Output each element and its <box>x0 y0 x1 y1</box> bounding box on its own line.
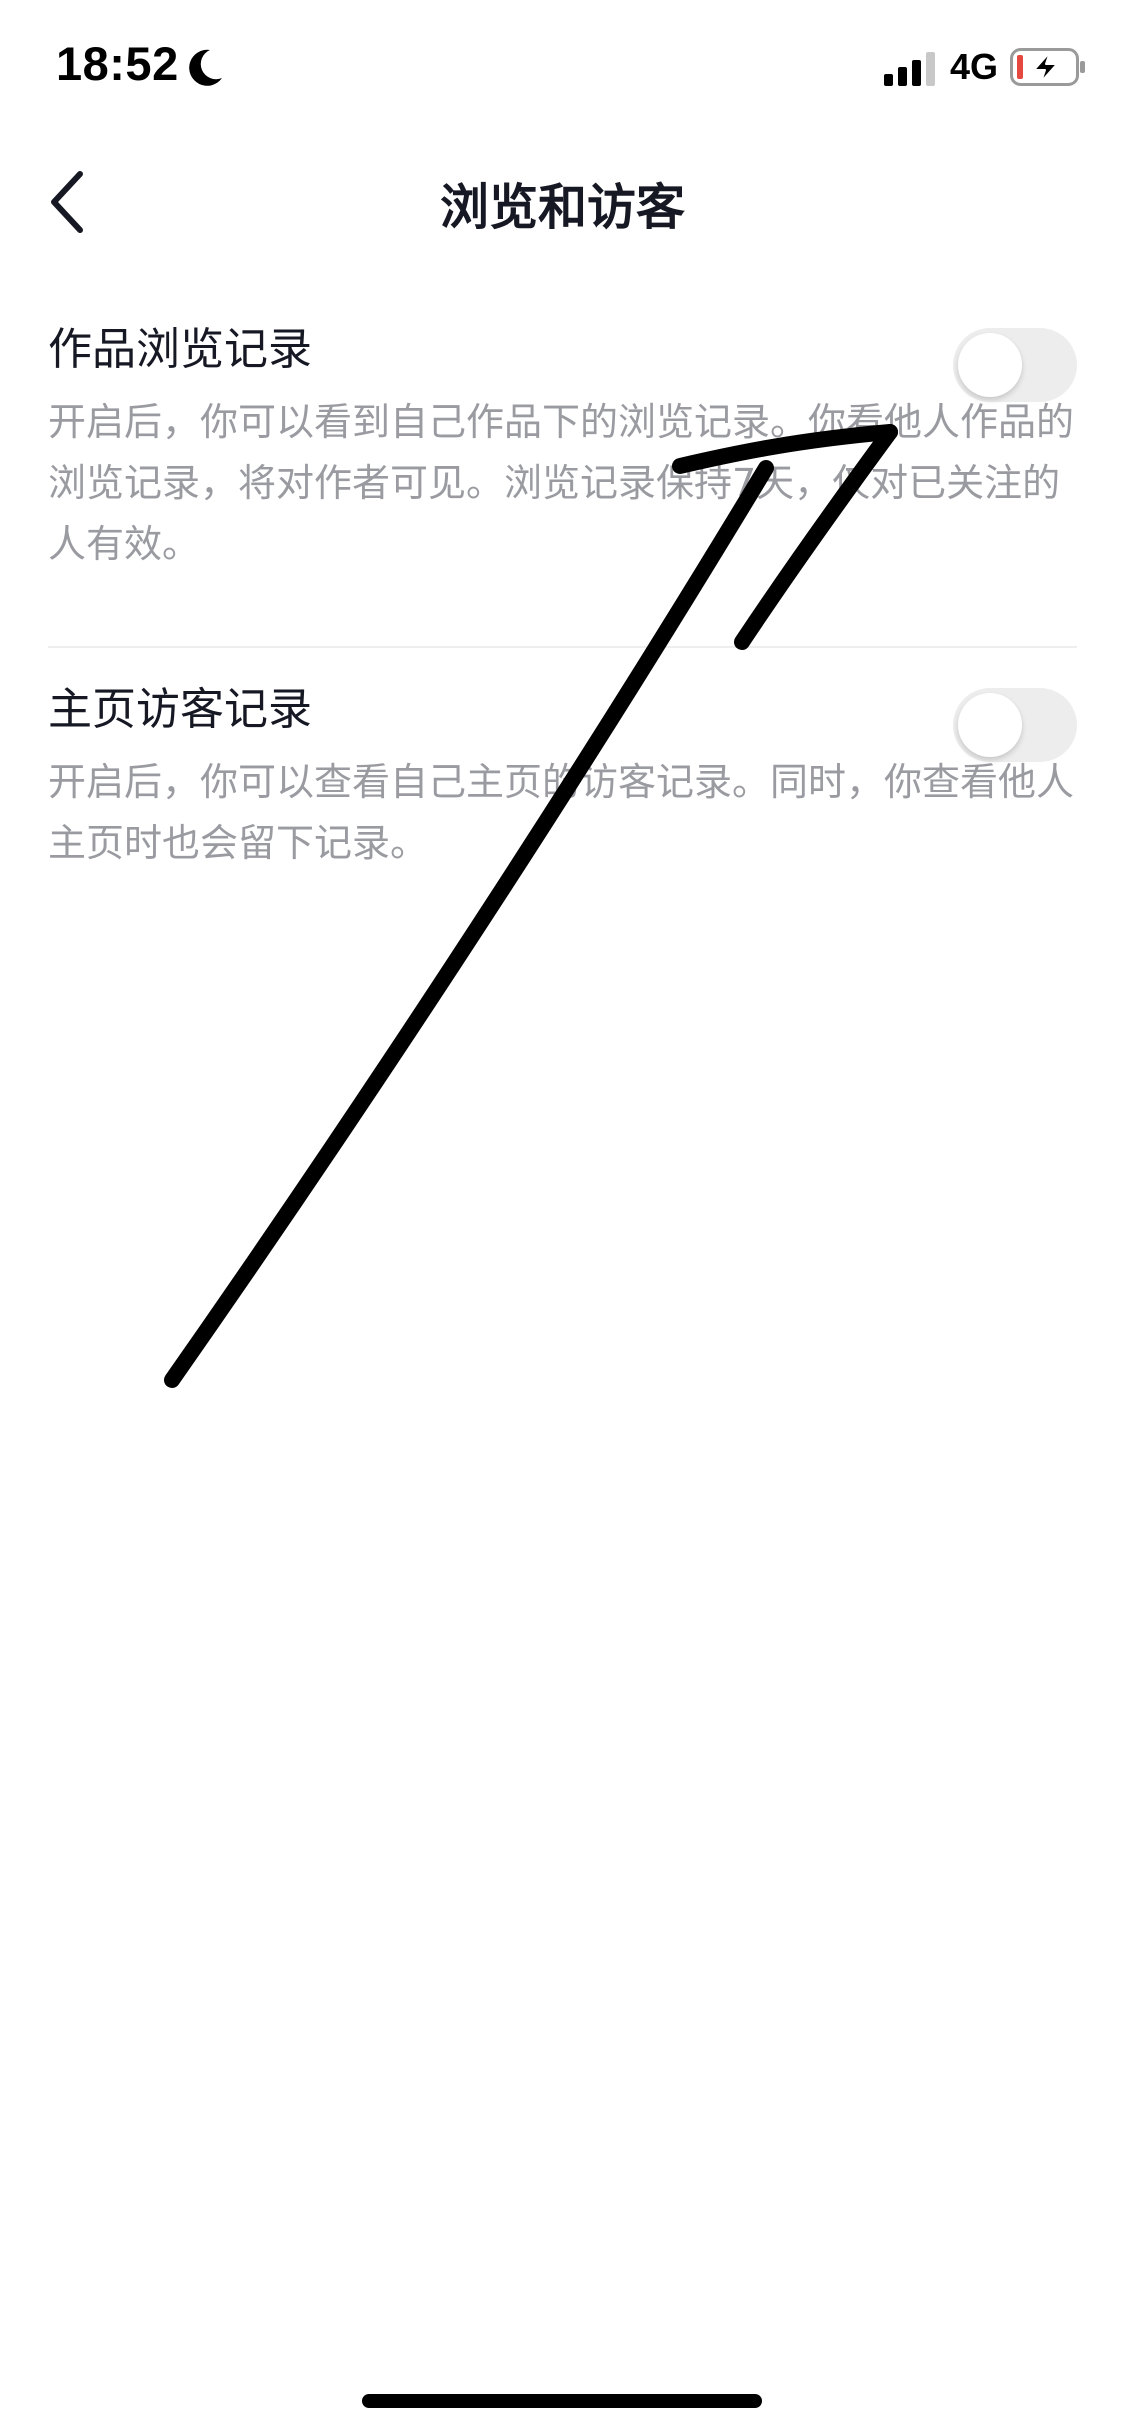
setting-title: 作品浏览记录 <box>48 324 312 375</box>
profile-visitor-history-toggle[interactable] <box>953 688 1077 762</box>
home-indicator <box>362 2394 762 2408</box>
page-title: 浏览和访客 <box>439 179 685 236</box>
setting-description: 开启后，你可以查看自己主页的访客记录。同时，你查看他人主页时也会留下记录。 <box>48 760 1075 865</box>
status-time: 18:52 <box>56 37 179 90</box>
status-bar: 18:52 4G <box>0 0 1125 140</box>
battery-charging-icon <box>1010 48 1085 86</box>
work-view-history-toggle[interactable] <box>953 328 1077 402</box>
setting-profile-visitor-history: 主页访客记录 开启后，你可以查看自己主页的访客记录。同时，你查看他人主页时也会留… <box>48 680 1077 874</box>
network-label: 4G <box>950 46 999 87</box>
setting-description: 开启后，你可以看到自己作品下的浏览记录。你看他人作品的浏览记录，将对作者可见。浏… <box>48 400 1075 566</box>
toggle-knob <box>958 693 1022 757</box>
setting-work-view-history: 作品浏览记录 开启后，你可以看到自己作品下的浏览记录。你看他人作品的浏览记录，将… <box>48 320 1077 575</box>
setting-title: 主页访客记录 <box>48 684 312 735</box>
toggle-knob <box>958 333 1022 397</box>
divider <box>48 646 1077 648</box>
navigation-bar: 浏览和访客 <box>0 140 1125 260</box>
signal-icon <box>884 52 935 86</box>
moon-icon <box>189 49 222 86</box>
